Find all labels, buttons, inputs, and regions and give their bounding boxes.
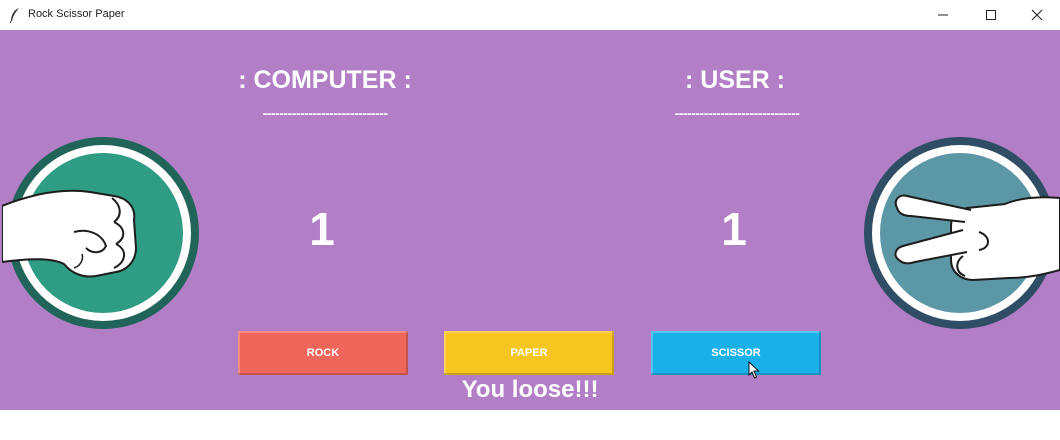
user-heading: : USER : bbox=[685, 66, 785, 94]
title-bar: Rock Scissor Paper bbox=[0, 0, 1060, 31]
scissor-hand-icon bbox=[864, 137, 1060, 329]
computer-heading: : COMPUTER : bbox=[238, 66, 412, 94]
window-bottom-edge bbox=[0, 410, 1060, 440]
result-message: You loose!!! bbox=[461, 376, 599, 403]
user-divider: ------------------------------ bbox=[674, 105, 800, 121]
rock-button[interactable]: ROCK bbox=[238, 331, 408, 375]
paper-button[interactable]: PAPER bbox=[444, 331, 614, 375]
maximize-button[interactable] bbox=[968, 0, 1014, 30]
window-title: Rock Scissor Paper bbox=[28, 8, 125, 20]
feather-icon bbox=[9, 8, 19, 23]
rock-hand-icon bbox=[2, 137, 199, 329]
game-area: : COMPUTER : ---------------------------… bbox=[0, 30, 1060, 410]
computer-score: 1 bbox=[309, 203, 335, 255]
computer-divider: ------------------------------ bbox=[262, 105, 388, 121]
close-button[interactable] bbox=[1014, 0, 1060, 30]
user-score: 1 bbox=[721, 203, 747, 255]
close-icon bbox=[1031, 9, 1043, 21]
mouse-pointer-icon bbox=[748, 361, 760, 379]
minimize-icon bbox=[938, 14, 948, 16]
minimize-button[interactable] bbox=[920, 0, 966, 30]
scissor-button[interactable]: SCISSOR bbox=[651, 331, 821, 375]
maximize-icon bbox=[986, 10, 996, 20]
